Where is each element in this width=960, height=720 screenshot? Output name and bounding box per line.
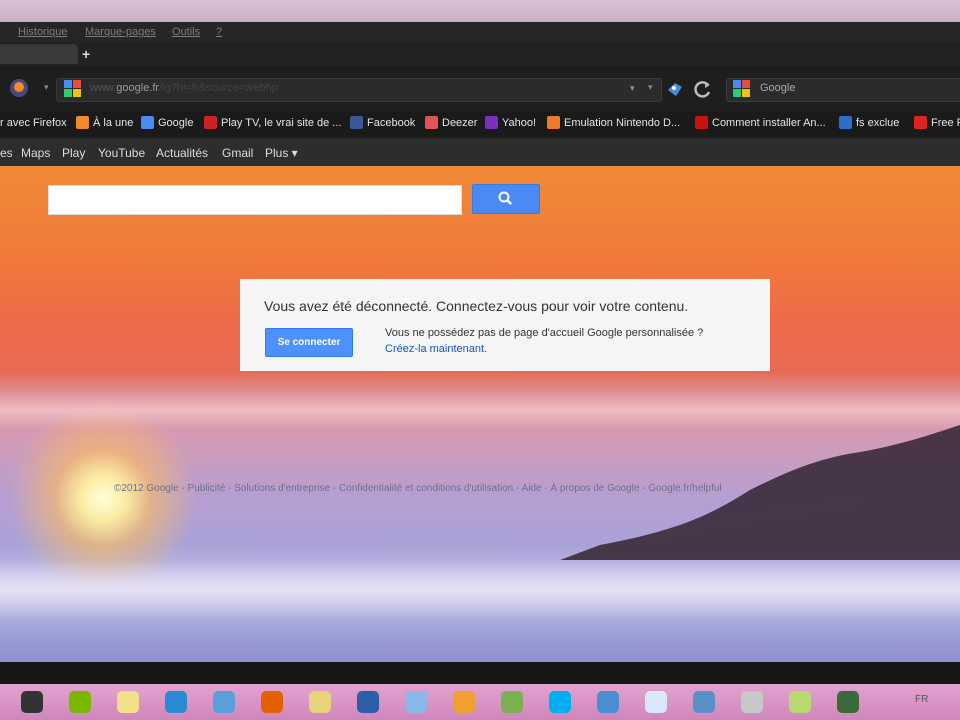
bookmark-item[interactable]: r avec Firefox [0,117,67,129]
history-dropdown-icon[interactable]: ▾ [44,82,49,93]
bird-app-icon [357,691,379,713]
menu-bar: Historique Marque-pages Outils ? [0,22,960,42]
new-tab-button[interactable]: + [82,46,90,62]
speedometer-icon [597,691,619,713]
sign-in-button[interactable]: Se connecter [265,328,353,357]
search-bar-label: Google [760,82,796,94]
create-homepage-link[interactable]: Créez-la maintenant. [385,343,487,355]
reload-icon[interactable] [692,78,714,100]
document-icon [645,691,667,713]
rss-icon [76,116,89,129]
bookmark-item[interactable]: fs exclue [856,117,899,129]
folder-icon [309,691,331,713]
tab-strip [0,42,960,66]
bookmark-item[interactable]: Yahoo! [502,117,536,129]
fs-icon [839,116,852,129]
taskbar-button[interactable] [638,686,674,718]
no-homepage-text: Vous ne possédez pas de page d'accueil G… [385,327,704,339]
bookmark-item[interactable]: Deezer [442,117,477,129]
deezer-icon [425,116,438,129]
cloud-layer [0,560,960,620]
internet-explorer-icon [165,691,187,713]
free-icon [914,116,927,129]
google-icon [141,116,154,129]
google-search-button[interactable] [472,184,540,214]
google-favicon-icon [64,80,81,97]
photo-viewer-icon [693,691,715,713]
menu-tools[interactable]: Outils [172,26,200,38]
notes-icon [789,691,811,713]
bookmark-star-icon[interactable]: ▾ [648,82,653,93]
window-app-icon [405,691,427,713]
search-engine-google-icon[interactable] [733,80,751,98]
taskbar-button[interactable] [542,686,578,718]
desktop-top-strip [0,0,960,22]
taskbar-button[interactable] [782,686,818,718]
playtv-icon [204,116,217,129]
media-player-icon [453,691,475,713]
taskbar-button[interactable] [590,686,626,718]
yahoo-icon [485,116,498,129]
signed-out-message: Vous avez été déconnecté. Connectez-vous… [264,298,689,314]
bookmark-item[interactable]: À la une [93,117,133,129]
gbar-link-news[interactable]: Actualités [156,146,208,160]
tab-google[interactable] [0,44,78,64]
bookmark-item[interactable]: Comment installer An... [712,117,826,129]
chart-app-icon [501,691,523,713]
menu-bookmarks[interactable]: Marque-pages [85,26,156,38]
taskbar-button[interactable] [398,686,434,718]
ereader-icon [21,691,43,713]
firefox-menu-icon[interactable] [8,76,30,100]
skype-icon [549,691,571,713]
gbar-link-gmail[interactable]: Gmail [222,146,253,160]
taskbar-button[interactable] [14,686,50,718]
bookmark-item[interactable]: Play TV, le vrai site de ... [221,117,341,129]
bookmark-item[interactable]: Emulation Nintendo D... [564,117,680,129]
page-footer[interactable]: ©2012 Google - Publicité - Solutions d'e… [114,483,722,494]
browser-status-bar [0,662,960,684]
taskbar-button[interactable] [350,686,386,718]
taskbar-button[interactable] [302,686,338,718]
gbar-link-more[interactable]: Plus ▾ [265,146,298,160]
taskbar-button[interactable] [254,686,290,718]
signed-out-panel [240,279,770,371]
taskbar-button[interactable] [494,686,530,718]
taskbar-button[interactable] [830,686,866,718]
taskbar-button[interactable] [734,686,770,718]
taskbar-button[interactable] [686,686,722,718]
menu-help[interactable]: ? [216,26,222,38]
gbar-link-youtube[interactable]: YouTube [98,146,145,160]
taskbar-button[interactable] [206,686,242,718]
disc-icon [741,691,763,713]
notepad-icon [117,691,139,713]
bookmark-item[interactable]: Google [158,117,193,129]
taskbar-button[interactable] [158,686,194,718]
network-icon [213,691,235,713]
url-text[interactable]: www.google.fr/ig?hl=fr&source=webhp [90,82,278,94]
google-search-input[interactable] [48,185,462,215]
firefox-icon [261,691,283,713]
taskbar-button[interactable] [446,686,482,718]
spotify-icon [69,691,91,713]
url-dropdown-icon[interactable]: ▾ [630,83,635,94]
taskbar-button[interactable] [110,686,146,718]
language-indicator[interactable]: FR [915,694,928,705]
addon-bird-icon[interactable] [664,78,686,100]
gbar-link-maps[interactable]: Maps [21,146,50,160]
taskbar-button[interactable] [62,686,98,718]
bookmark-item[interactable]: Free R [931,117,960,129]
search-icon [498,191,512,205]
gbar-link-search[interactable]: es [0,146,13,160]
camera-app-icon [837,691,859,713]
facebook-icon [350,116,363,129]
bookmark-item[interactable]: Facebook [367,117,415,129]
gbar-link-play[interactable]: Play [62,146,85,160]
youtube-icon [695,116,708,129]
emulation-icon [547,116,560,129]
menu-history[interactable]: Historique [18,26,68,38]
